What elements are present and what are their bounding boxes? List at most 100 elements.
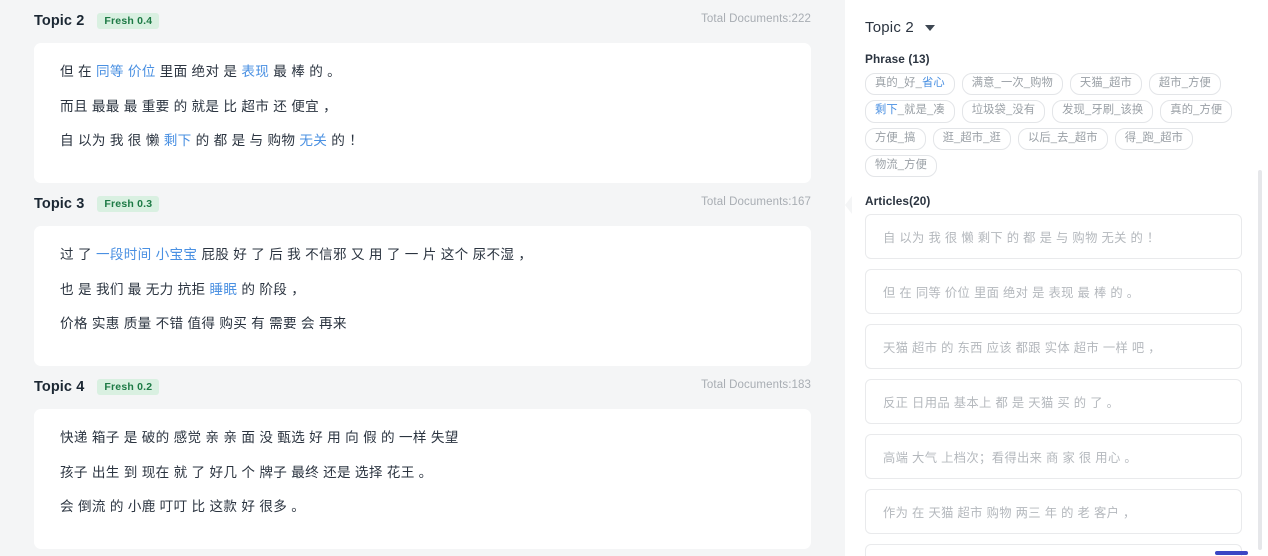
article-card[interactable]: 高端 大气 上档次；看得出来 商 家 很 用心 。 [865,434,1242,479]
document-line: 过 了 一段时间 小宝宝 屁股 好 了 后 我 不信邪 又 用 了 一 片 这个… [60,248,785,262]
topic-title: Topic 3 [34,196,85,212]
horizontal-scroll-indicator[interactable] [1215,551,1248,555]
topic-document-card[interactable]: 快递 箱子 是 破的 感觉 亲 亲 面 没 甄选 好 用 向 假 的 一样 失望… [34,409,811,549]
article-text: 自 以为 我 很 懒 剩下 的 都 是 与 购物 无关 的 ！ [883,230,1160,245]
phrase-chip[interactable]: 逛_超市_逛 [932,127,1011,150]
plain-term: 的 阶段 ， [237,281,306,297]
plain-term: 里面 绝对 是 [155,64,242,79]
highlighted-term: 无关 [299,133,328,149]
plain-term: _就是_凑 [897,104,945,117]
plain-term: 天猫_超市 [1079,77,1132,89]
plain-term: 得_跑_超市 [1124,131,1184,144]
plain-term: 物流_方便 [875,158,927,171]
highlighted-term: 一段时间 小宝宝 [95,247,198,262]
phrase-chip[interactable]: 发现_牙刷_该换 [1052,100,1154,123]
topic-document-card[interactable]: 但 在 同等 价位 里面 绝对 是 表现 最 棒 的 。而且 最最 最 重要 的… [34,43,811,183]
chevron-down-icon [924,25,935,31]
topic-document-card[interactable]: 过 了 一段时间 小宝宝 屁股 好 了 后 我 不信邪 又 用 了 一 片 这个… [34,226,811,366]
plain-term: 方便_搞 [875,131,916,144]
app-root: Topic 2 Fresh 0.4 Total Documents:222 但 在 同… [0,0,1268,556]
plain-term: 超市_方便 [1158,77,1211,89]
topic-block: Topic 3 Fresh 0.3 Total Documents:167 过 了 一… [0,183,845,366]
phrase-chip[interactable]: 以后_去_超市 [1017,127,1108,150]
plain-term: 但 在 [60,64,96,79]
highlighted-term: 表现 [241,64,270,79]
article-card[interactable]: 自 以为 我 很 懒 剩下 的 都 是 与 购物 无关 的 ！ [865,214,1242,259]
plain-term: 发现_牙刷_该换 [1062,104,1144,117]
plain-term: 逛_超市_逛 [942,131,1001,144]
plain-term: 快递 箱子 是 破的 感觉 亲 亲 面 没 甄选 好 用 向 假 的 一样 失望 [60,430,459,445]
article-card-list: 自 以为 我 很 懒 剩下 的 都 是 与 购物 无关 的 ！ 但 在 同等 价位… [865,214,1242,556]
article-card[interactable]: 反正 日用品 基本上 都 是 天猫 买 的 了 。 [865,379,1242,424]
phrase-chip[interactable]: 超市_方便 [1148,73,1221,96]
plain-term: 屁股 好 了 后 我 不信邪 又 用 了 一 片 这个 尿不湿 ， [197,247,533,262]
phrase-chip[interactable]: 得_跑_超市 [1114,127,1194,150]
plain-term: 价格 实惠 质量 不错 值得 购买 有 需要 会 再来 [60,316,347,332]
phrase-chip[interactable]: 真的_方便 [1160,100,1233,123]
articles-section-label: Articles(20) [865,194,931,208]
article-card[interactable]: 天猫 超市 的 东西 应该 都跟 实体 超市 一样 吧 ， [865,324,1242,369]
highlighted-term: 省心 [921,77,945,89]
phrase-chip[interactable]: 满意_一次_购物 [961,73,1063,96]
phrase-chip[interactable]: 真的_好_省心 [865,73,955,96]
topic-title: Topic 2 [34,13,85,29]
topic-block: Topic 2 Fresh 0.4 Total Documents:222 但 在 同… [0,0,845,183]
plain-term: 而且 最最 最 重要 的 就是 比 超市 还 便宜 ， [60,98,337,114]
plain-term: 真的_好_ [875,77,922,89]
phrase-section-label: Phrase (13) [865,52,930,66]
total-documents-count: Total Documents:222 [701,13,811,25]
highlighted-term: 同等 价位 [95,64,156,79]
document-line: 会 倒流 的 小鹿 叮叮 比 这款 好 很多 。 [60,500,785,514]
article-text: 反正 日用品 基本上 都 是 天猫 买 的 了 。 [883,395,1120,410]
plain-term: 以后_去_超市 [1027,131,1098,144]
plain-term: 自 以为 我 很 懒 [60,133,164,149]
plain-term: 满意_一次_购物 [971,77,1053,89]
plain-term: 真的_方便 [1170,104,1223,117]
plain-term: 孩子 出生 到 现在 就 了 好几 个 牌子 最终 还是 选择 花王 。 [60,464,433,480]
document-line: 自 以为 我 很 懒 剩下 的 都 是 与 购物 无关 的 ！ [60,134,785,148]
freshness-badge: Fresh 0.4 [97,12,160,30]
article-text: 但 在 同等 价位 里面 绝对 是 表现 最 棒 的 。 [883,285,1140,300]
highlighted-term: 睡眠 [209,281,238,297]
topic-list-panel: Topic 2 Fresh 0.4 Total Documents:222 但 在 同… [0,0,845,556]
document-line: 快递 箱子 是 破的 感觉 亲 亲 面 没 甄选 好 用 向 假 的 一样 失望 [60,431,785,445]
document-line: 也 是 我们 最 无力 抗拒 睡眠 的 阶段 ， [60,281,785,297]
article-text: 天猫 超市 的 东西 应该 都跟 实体 超市 一样 吧 ， [883,340,1161,355]
topic-header: Topic 2 Fresh 0.4 Total Documents:222 [34,0,811,34]
phrase-chip[interactable]: 天猫_超市 [1069,73,1142,96]
plain-term: 的 都 是 与 购物 [191,133,300,149]
article-card[interactable]: 但 在 同等 价位 里面 绝对 是 表现 最 棒 的 。 [865,269,1242,314]
topic-detail-panel: Topic 2 Phrase (13) 真的_好_省心 满意_一次_购物 天猫_超市… [845,0,1268,556]
plain-term: 最 棒 的 。 [269,64,342,79]
topic-title: Topic 4 [34,379,85,395]
plain-term: 也 是 我们 最 无力 抗拒 [60,281,210,297]
plain-term: 的 ！ [327,133,364,149]
total-documents-count: Total Documents:183 [701,379,811,391]
plain-term: 垃圾袋_没有 [971,104,1036,117]
panel-collapse-handle[interactable] [845,196,853,216]
topic-block: Topic 4 Fresh 0.2 Total Documents:183 快递 箱子… [0,366,845,549]
panel-collapse-notch-icon [845,196,852,214]
document-line: 价格 实惠 质量 不错 值得 购买 有 需要 会 再来 [60,317,785,331]
freshness-badge: Fresh 0.2 [97,378,160,396]
topic-header: Topic 4 Fresh 0.2 Total Documents:183 [34,366,811,400]
topics-container: Topic 2 Fresh 0.4 Total Documents:222 但 在 同… [0,0,845,549]
topic-header: Topic 3 Fresh 0.3 Total Documents:167 [34,183,811,217]
topic-selector-dropdown[interactable]: Topic 2 [865,0,935,46]
phrase-chip[interactable]: 垃圾袋_没有 [961,100,1046,123]
article-text: 高端 大气 上档次；看得出来 商 家 很 用心 。 [883,450,1138,465]
phrase-chip[interactable]: 剩下_就是_凑 [865,100,955,123]
highlighted-term: 剩下 [875,104,898,117]
topic-selector-label: Topic 2 [865,18,914,36]
article-card[interactable]: 京东 买 东西 就是 方便 搞 促销 的 时候 ， [865,544,1242,556]
phrase-chip-list: 真的_好_省心 满意_一次_购物 天猫_超市 超市_方便剩下_就是_凑 垃圾袋_没有 发现… [865,73,1242,177]
document-line: 但 在 同等 价位 里面 绝对 是 表现 最 棒 的 。 [60,65,785,79]
plain-term: 过 了 [60,247,96,262]
phrase-chip[interactable]: 物流_方便 [865,154,937,177]
phrase-chip[interactable]: 方便_搞 [865,127,926,150]
article-card[interactable]: 作为 在 天猫 超市 购物 两三 年 的 老 客户 ， [865,489,1242,534]
total-documents-count: Total Documents:167 [701,196,811,208]
document-line: 孩子 出生 到 现在 就 了 好几 个 牌子 最终 还是 选择 花王 。 [60,464,785,480]
vertical-scrollbar[interactable] [1258,170,1262,550]
article-text: 作为 在 天猫 超市 购物 两三 年 的 老 客户 ， [883,505,1136,520]
